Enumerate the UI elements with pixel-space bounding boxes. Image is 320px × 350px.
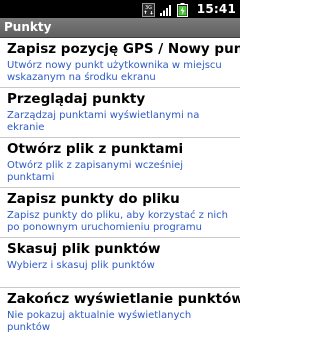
menu-item-description: Zarządzaj punktami wyświetlanymi na ekra… (7, 110, 200, 133)
menu-item-save-points-to-file[interactable]: Zapisz punkty do pliku Zapisz punkty do … (0, 188, 240, 238)
menu-item-title: Skasuj plik punktów (7, 241, 161, 257)
menu-item-browse-points[interactable]: Przeglądaj punkty Zarządzaj punktami wyś… (0, 88, 240, 138)
3g-data-icon: 3G (141, 2, 155, 17)
menu-item-title: Zapisz pozycję GPS / Nowy punkt (7, 41, 240, 57)
menu-item-description: Otwórz plik z zapisanymi wcześniej punkt… (7, 160, 184, 183)
menu-item-description: Wybierz i skasuj plik punktów (7, 260, 155, 271)
menu-list: Zapisz pozycję GPS / Nowy punkt Utwórz n… (0, 38, 240, 338)
status-bar: 3G 15:41 (0, 0, 240, 18)
signal-strength-icon (159, 2, 172, 16)
window-title: Punkty (4, 20, 52, 34)
menu-item-stop-displaying-points[interactable]: Zakończ wyświetlanie punktów Nie pokazuj… (0, 288, 240, 338)
menu-item-description: Utwórz nowy punkt użytkownika w miejscu … (7, 60, 222, 83)
status-icons: 3G 15:41 (141, 1, 236, 17)
menu-item-title: Zapisz punkty do pliku (7, 191, 180, 207)
menu-item-delete-points-file[interactable]: Skasuj plik punktów Wybierz i skasuj pli… (0, 238, 240, 288)
menu-item-title: Zakończ wyświetlanie punktów (7, 291, 240, 307)
title-bar: Punkty (0, 18, 240, 38)
clock: 15:41 (196, 2, 236, 16)
menu-item-description: Nie pokazuj aktualnie wyświetlanych punk… (7, 310, 192, 333)
svg-text:3G: 3G (145, 5, 152, 11)
menu-item-save-gps-position[interactable]: Zapisz pozycję GPS / Nowy punkt Utwórz n… (0, 38, 240, 88)
menu-item-title: Otwórz plik z punktami (7, 141, 184, 157)
menu-item-description: Zapisz punkty do pliku, aby korzystać z … (7, 210, 229, 233)
menu-item-open-points-file[interactable]: Otwórz plik z punktami Otwórz plik z zap… (0, 138, 240, 188)
menu-item-title: Przeglądaj punkty (7, 91, 146, 107)
battery-charging-icon (176, 2, 189, 17)
